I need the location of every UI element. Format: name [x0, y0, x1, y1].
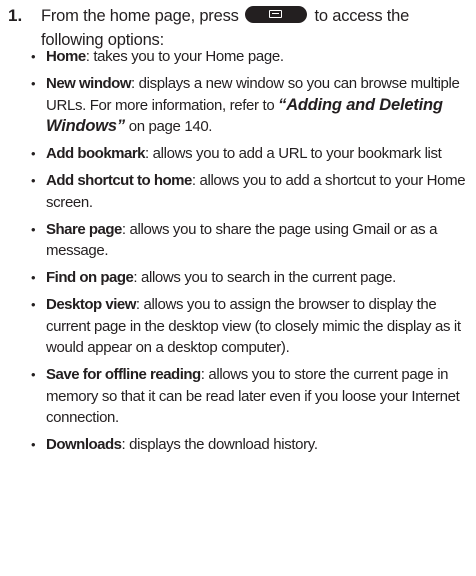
option-term: Add bookmark — [46, 145, 146, 162]
bullet-icon: • — [31, 270, 36, 285]
step-number: 1. — [8, 6, 23, 25]
menu-key-icon — [245, 6, 308, 23]
option-item: • Find on page: allows you to search in t… — [31, 267, 471, 289]
bullet-icon: • — [31, 49, 36, 64]
option-term: Share page — [46, 220, 122, 238]
option-item: • Downloads: displays the download histor… — [31, 434, 471, 456]
option-item: • Save for offline reading: allows you to… — [31, 364, 471, 429]
option-description: displays the download history. — [125, 436, 318, 453]
option-description: takes you to your Home page. — [89, 48, 284, 65]
option-description: allows you to add a URL to your bookmark… — [148, 145, 442, 162]
option-term: Home — [46, 48, 86, 65]
option-term: Find on page — [46, 269, 134, 286]
page-reference: on page 140. — [124, 118, 213, 135]
options-list: • Home: takes you to your Home page. • New … — [31, 46, 471, 461]
manual-page: 1. From the home page, press to access t… — [0, 0, 476, 576]
option-item: • New window: displays a new window so yo… — [31, 73, 471, 138]
option-item: • Home: takes you to your Home page. — [31, 46, 471, 68]
bullet-icon: • — [31, 76, 36, 91]
bullet-icon: • — [31, 173, 36, 188]
option-item: • Share page: allows you to share the pag… — [31, 219, 471, 262]
bullet-icon: • — [31, 221, 36, 237]
option-item: • Add bookmark: allows you to add a URL t… — [31, 143, 471, 165]
bullet-icon: • — [31, 367, 36, 382]
option-description: allows you to search in the current page… — [137, 269, 396, 286]
menu-glyph-icon — [269, 10, 283, 18]
step-instruction: From the home page, press to access the … — [41, 4, 461, 52]
bullet-icon: • — [31, 437, 36, 452]
option-item: • Desktop view: allows you to assign the … — [31, 294, 471, 359]
option-term: New window — [46, 75, 132, 92]
bullet-icon: • — [31, 146, 36, 161]
option-term: Save for offline reading — [46, 366, 201, 383]
option-term: Downloads — [46, 436, 122, 453]
option-term: Desktop view — [46, 296, 136, 313]
option-term: Add shortcut to home — [46, 172, 192, 189]
option-item: • Add shortcut to home: allows you to add… — [31, 170, 471, 213]
step-text-before: From the home page, press — [41, 7, 239, 25]
bullet-icon: • — [31, 297, 36, 312]
